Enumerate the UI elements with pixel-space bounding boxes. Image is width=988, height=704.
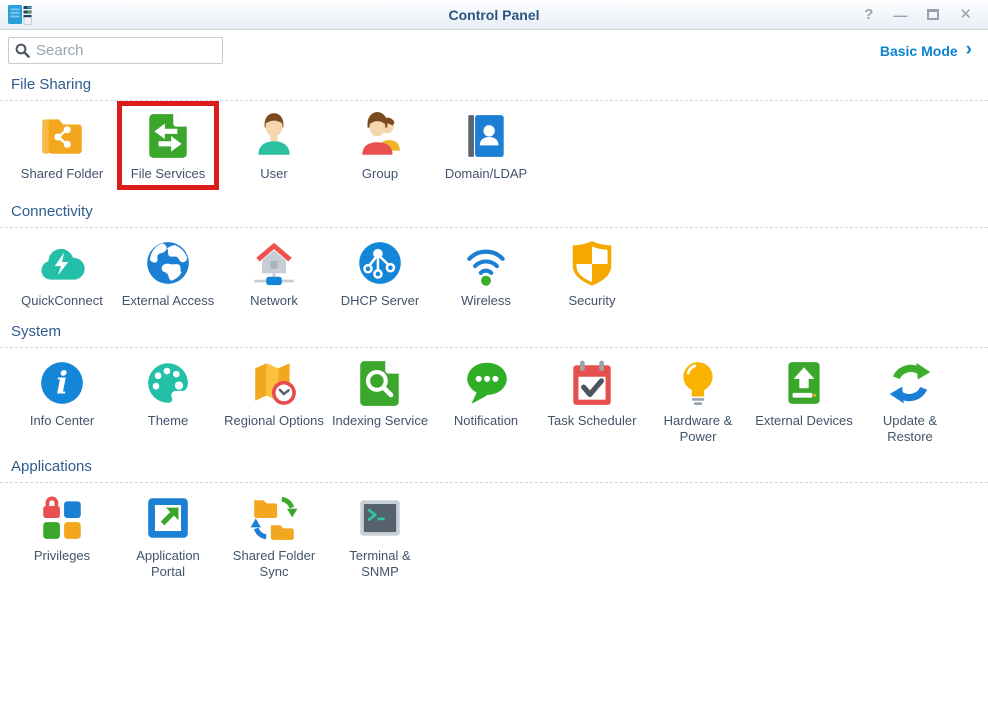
app-label: DHCP Server: [341, 293, 420, 309]
app-item-theme[interactable]: Theme: [115, 348, 221, 429]
window-title: Control Panel: [0, 7, 988, 23]
dhcp-server-icon: [355, 238, 405, 288]
app-item-external-devices[interactable]: External Devices: [751, 348, 857, 429]
network-icon: [249, 238, 299, 288]
app-label: User: [260, 166, 287, 182]
close-icon[interactable]: ✕: [959, 7, 972, 22]
update-restore-icon: [885, 358, 935, 408]
search-box[interactable]: [8, 37, 223, 64]
section-items-row: i Info Center Theme Regional Options Inde…: [0, 348, 988, 451]
app-label: Hardware & Power: [648, 413, 748, 446]
app-item-shared-folder[interactable]: Shared Folder: [9, 101, 115, 182]
maximize-icon[interactable]: [927, 9, 939, 20]
basic-mode-label: Basic Mode: [880, 43, 958, 59]
app-label: Network: [250, 293, 298, 309]
user-icon: [249, 111, 299, 161]
app-item-privileges[interactable]: Privileges: [9, 483, 115, 564]
app-label: Wireless: [461, 293, 511, 309]
wireless-icon: [461, 238, 511, 288]
svg-text:i: i: [56, 365, 68, 401]
app-item-quickconnect[interactable]: QuickConnect: [9, 228, 115, 309]
section-header-system: System: [0, 315, 988, 348]
app-label: Group: [362, 166, 398, 182]
info-center-icon: i: [37, 358, 87, 408]
application-portal-icon: [143, 493, 193, 543]
highlight-box: File Services: [117, 101, 219, 190]
app-label: Notification: [454, 413, 518, 429]
notification-icon: [461, 358, 511, 408]
app-item-network[interactable]: Network: [221, 228, 327, 309]
app-label: Security: [569, 293, 616, 309]
minimize-icon[interactable]: —: [893, 8, 907, 22]
app-item-external-access[interactable]: External Access: [115, 228, 221, 309]
indexing-service-icon: [355, 358, 405, 408]
control-panel-app-icon[interactable]: [7, 3, 33, 27]
app-item-file-services[interactable]: File Services: [115, 101, 221, 190]
titlebar: Control Panel ? — ✕: [0, 0, 988, 30]
privileges-icon: [37, 493, 87, 543]
basic-mode-link[interactable]: Basic Mode ›: [880, 43, 972, 59]
app-item-group[interactable]: Group: [327, 101, 433, 182]
app-item-wireless[interactable]: Wireless: [433, 228, 539, 309]
task-scheduler-icon: [567, 358, 617, 408]
external-devices-icon: [779, 358, 829, 408]
shared-folder-sync-icon: [249, 493, 299, 543]
app-item-notification[interactable]: Notification: [433, 348, 539, 429]
app-label: External Devices: [755, 413, 853, 429]
external-access-icon: [143, 238, 193, 288]
security-icon: [567, 238, 617, 288]
app-item-shared-folder-sync[interactable]: Shared Folder Sync: [221, 483, 327, 581]
app-label: Indexing Service: [332, 413, 428, 429]
app-item-task-scheduler[interactable]: Task Scheduler: [539, 348, 645, 429]
app-item-update-restore[interactable]: Update & Restore: [857, 348, 963, 446]
section-header-applications: Applications: [0, 450, 988, 483]
app-label: Terminal & SNMP: [330, 548, 430, 581]
app-label: Theme: [148, 413, 188, 429]
app-item-hardware-power[interactable]: Hardware & Power: [645, 348, 751, 446]
quickconnect-icon: [37, 238, 87, 288]
help-icon[interactable]: ?: [864, 7, 873, 22]
file-services-icon: [143, 111, 193, 161]
app-item-domain-ldap[interactable]: Domain/LDAP: [433, 101, 539, 182]
app-label: Update & Restore: [860, 413, 960, 446]
regional-options-icon: [249, 358, 299, 408]
app-item-dhcp-server[interactable]: DHCP Server: [327, 228, 433, 309]
app-item-security[interactable]: Security: [539, 228, 645, 309]
shared-folder-icon: [37, 111, 87, 161]
app-label: Regional Options: [224, 413, 324, 429]
app-label: Shared Folder: [21, 166, 103, 182]
section-items-row: Shared Folder File Services User Group D…: [0, 101, 988, 195]
theme-icon: [143, 358, 193, 408]
app-item-info-center[interactable]: i Info Center: [9, 348, 115, 429]
app-label: File Services: [131, 166, 205, 182]
app-item-terminal-snmp[interactable]: Terminal & SNMP: [327, 483, 433, 581]
hardware-power-icon: [673, 358, 723, 408]
chevron-right-icon: ›: [966, 44, 972, 56]
section-header-connectivity: Connectivity: [0, 195, 988, 228]
app-label: Privileges: [34, 548, 90, 564]
section-header-file-sharing: File Sharing: [0, 68, 988, 101]
app-item-regional-options[interactable]: Regional Options: [221, 348, 327, 429]
section-items-row: Privileges Application Portal Shared Fol…: [0, 483, 988, 586]
domain-ldap-icon: [461, 111, 511, 161]
app-label: Domain/LDAP: [445, 166, 527, 182]
app-label: QuickConnect: [21, 293, 103, 309]
terminal-snmp-icon: [355, 493, 405, 543]
app-label: Application Portal: [118, 548, 218, 581]
app-label: External Access: [122, 293, 215, 309]
search-input[interactable]: [36, 42, 235, 59]
search-icon: [15, 43, 30, 58]
app-item-application-portal[interactable]: Application Portal: [115, 483, 221, 581]
app-item-indexing-service[interactable]: Indexing Service: [327, 348, 433, 429]
app-item-user[interactable]: User: [221, 101, 327, 182]
group-icon: [355, 111, 405, 161]
section-items-row: QuickConnect External Access Network DHC…: [0, 228, 988, 314]
app-label: Task Scheduler: [548, 413, 637, 429]
toolbar: Basic Mode ›: [0, 30, 988, 68]
app-label: Info Center: [30, 413, 94, 429]
app-label: Shared Folder Sync: [224, 548, 324, 581]
control-panel-sections: File Sharing Shared Folder File Services…: [0, 68, 988, 586]
